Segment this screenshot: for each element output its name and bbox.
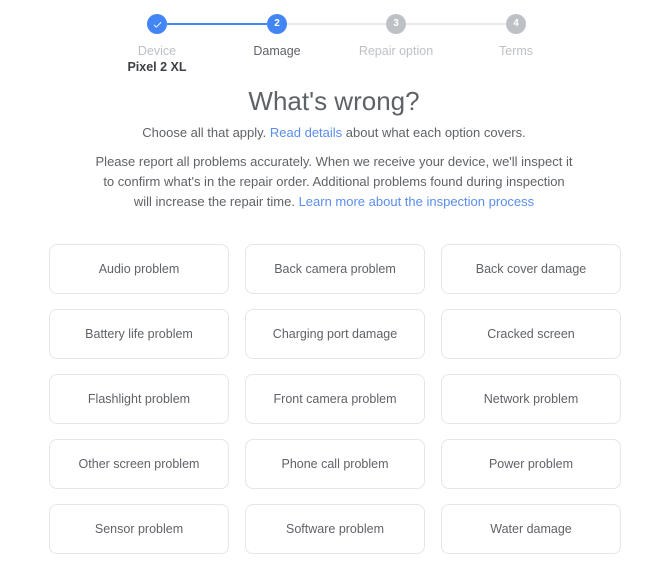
option-card[interactable]: Other screen problem	[49, 439, 229, 489]
stepper-number-badge-3: 3	[386, 14, 406, 34]
option-card[interactable]: Audio problem	[49, 244, 229, 294]
inspection-notice: Please report all problems accurately. W…	[94, 152, 574, 212]
option-card[interactable]: Sensor problem	[49, 504, 229, 554]
option-card-label: Phone call problem	[281, 457, 389, 471]
option-card-label: Battery life problem	[85, 327, 193, 341]
option-card-label: Back camera problem	[274, 262, 396, 276]
option-card-label: Cracked screen	[487, 327, 575, 341]
problem-options-grid: Audio problem Back camera problem Back cov…	[49, 244, 621, 554]
option-card-label: Back cover damage	[475, 262, 587, 276]
option-card[interactable]: Battery life problem	[49, 309, 229, 359]
stepper-number-badge-2: 2	[267, 14, 287, 34]
option-card[interactable]: Cracked screen	[441, 309, 621, 359]
option-card[interactable]: Back camera problem	[245, 244, 425, 294]
stepper-connector-1-2	[167, 23, 267, 25]
option-card-label: Network problem	[483, 392, 579, 406]
read-details-link[interactable]: Read details	[270, 125, 342, 140]
option-card[interactable]: Back cover damage	[441, 244, 621, 294]
stepper-connector-2-3	[287, 23, 387, 25]
option-card-label: Other screen problem	[78, 457, 200, 471]
option-card-label: Front camera problem	[273, 392, 397, 406]
option-card[interactable]: Flashlight problem	[49, 374, 229, 424]
option-card-label: Software problem	[286, 522, 384, 536]
progress-stepper: Device Pixel 2 XL 2 Damage 3 Repair opti…	[0, 14, 668, 76]
subtitle-text-before: Choose all that apply.	[142, 125, 270, 140]
option-card[interactable]: Power problem	[441, 439, 621, 489]
stepper-sublabel-device: Pixel 2 XL	[127, 60, 187, 74]
stepper-number-badge-4: 4	[506, 14, 526, 34]
option-card-label: Water damage	[490, 522, 572, 536]
option-card[interactable]: Front camera problem	[245, 374, 425, 424]
option-card[interactable]: Network problem	[441, 374, 621, 424]
subtitle-text-after: about what each option covers.	[342, 125, 526, 140]
page-title: What's wrong?	[248, 86, 420, 116]
check-icon	[147, 14, 167, 34]
option-card[interactable]: Water damage	[441, 504, 621, 554]
option-card-label: Charging port damage	[272, 327, 398, 341]
learn-more-inspection-link[interactable]: Learn more about the inspection process	[299, 194, 535, 209]
stepper-connector-3-4	[406, 23, 506, 25]
option-card-label: Sensor problem	[94, 522, 184, 536]
option-card[interactable]: Phone call problem	[245, 439, 425, 489]
repair-wizard-page: Device Pixel 2 XL 2 Damage 3 Repair opti…	[0, 0, 668, 568]
option-card-label: Power problem	[488, 457, 574, 471]
page-subtitle: Choose all that apply. Read details abou…	[0, 124, 668, 142]
option-card-label: Audio problem	[98, 262, 180, 276]
stepper-label-terms: Terms	[498, 44, 534, 58]
option-card-label: Flashlight problem	[87, 392, 191, 406]
option-card[interactable]: Software problem	[245, 504, 425, 554]
option-card[interactable]: Charging port damage	[245, 309, 425, 359]
